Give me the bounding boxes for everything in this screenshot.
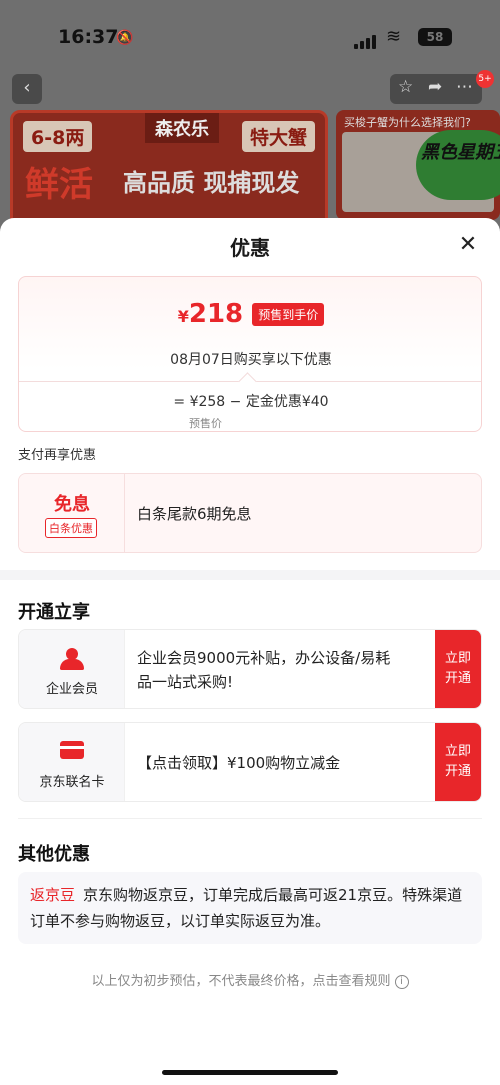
enterprise-left: 企业会员 <box>19 630 125 708</box>
divider <box>19 381 481 382</box>
price-tag: 预售到手价 <box>252 302 325 326</box>
battery-level: 58 <box>418 28 452 46</box>
divider <box>18 818 482 819</box>
rules-footnote[interactable]: 以上仅为初步预估，不代表最终价格，点击查看规则 i <box>0 970 500 989</box>
banner-tag-right: 特大蟹 <box>241 121 315 152</box>
interest-badge: 白条优惠 <box>45 518 97 538</box>
more-icon[interactable]: ⋯ <box>456 77 473 97</box>
signal-icon <box>354 30 378 49</box>
jd-card-caption: 京东联名卡 <box>39 775 105 790</box>
discount-sheet: 优惠 ✕ ¥218 预售到手价 08月07日购买享以下优惠 = ¥258 − 定… <box>0 218 500 1085</box>
jd-card-open-button[interactable]: 立即开通 <box>435 723 481 801</box>
share-icon[interactable]: ➦ <box>428 77 442 97</box>
jd-card-card[interactable]: 京东联名卡 【点击领取】¥100购物立减金 立即开通 <box>18 722 482 802</box>
credit-card-icon <box>60 741 84 759</box>
info-icon: i <box>394 974 409 989</box>
wifi-icon: ≋ <box>386 26 402 47</box>
back-button[interactable]: ‹ <box>12 74 42 104</box>
black-friday-badge: 黑色星期五 <box>416 130 500 200</box>
jingdou-tag: 返京豆 <box>30 886 76 904</box>
status-bar: 16:37 🔕 ≋ 58 <box>0 22 500 52</box>
formula-sublabel: 预售价 <box>189 417 222 430</box>
product-banner: 6-8两 森农乐 特大蟹 鲜活 高品质 现捕现发 <box>10 110 328 230</box>
banner-brand: 森农乐 <box>145 113 219 143</box>
price-row: ¥218 预售到手价 <box>19 299 483 329</box>
enterprise-member-card[interactable]: 企业会员 企业会员9000元补贴，办公设备/易耗 品一站式采购! 立即开通 <box>18 629 482 709</box>
banner-headline: 鲜活 <box>25 165 93 205</box>
section-band <box>0 570 500 580</box>
interest-free-card[interactable]: 免息 白条优惠 白条尾款6期免息 <box>18 473 482 553</box>
star-icon[interactable]: ☆ <box>398 77 413 97</box>
home-indicator <box>162 1070 338 1075</box>
interest-text: 白条尾款6期免息 <box>137 505 252 523</box>
open-section-title: 开通立享 <box>18 602 90 623</box>
message-badge: 5+ <box>476 70 494 88</box>
sheet-title: 优惠 <box>230 236 270 260</box>
banner-tag-left: 6-8两 <box>23 121 93 152</box>
pay-section-label: 支付再享优惠 <box>18 448 97 463</box>
enterprise-open-button[interactable]: 立即开通 <box>435 630 481 708</box>
final-price: ¥218 <box>177 299 244 329</box>
person-icon <box>60 648 84 670</box>
price-summary: ¥218 预售到手价 08月07日购买享以下优惠 = ¥258 − 定金优惠¥4… <box>18 276 482 432</box>
nav-actions: ☆ ➦ ⋯ <box>390 74 482 104</box>
status-time: 16:37 <box>58 26 119 48</box>
interest-left: 免息 白条优惠 <box>19 474 125 552</box>
close-icon[interactable]: ✕ <box>455 232 481 258</box>
side-promo-title: 买梭子蟹为什么选择我们? <box>344 116 471 129</box>
banner-slogan: 高品质 现捕现发 <box>123 169 300 197</box>
enterprise-text: 企业会员9000元补贴，办公设备/易耗 品一站式采购! <box>137 649 391 691</box>
jingdou-text: 京东购物返京豆，订单完成后最高可返21京豆。特殊渠道订单不参与购物返豆，以订单实… <box>30 886 463 930</box>
jingdou-card: 返京豆 京东购物返京豆，订单完成后最高可返21京豆。特殊渠道订单不参与购物返豆，以… <box>18 872 482 944</box>
price-formula: = ¥258 − 定金优惠¥40 <box>173 394 329 410</box>
other-section-title: 其他优惠 <box>18 844 90 865</box>
jd-card-text: 【点击领取】¥100购物立减金 <box>137 754 341 772</box>
interest-title: 免息 <box>54 494 90 515</box>
price-note: 08月07日购买享以下优惠 <box>170 352 332 368</box>
enterprise-caption: 企业会员 <box>45 682 98 697</box>
mute-bell-icon: 🔕 <box>116 30 134 46</box>
jd-card-left: 京东联名卡 <box>19 723 125 801</box>
